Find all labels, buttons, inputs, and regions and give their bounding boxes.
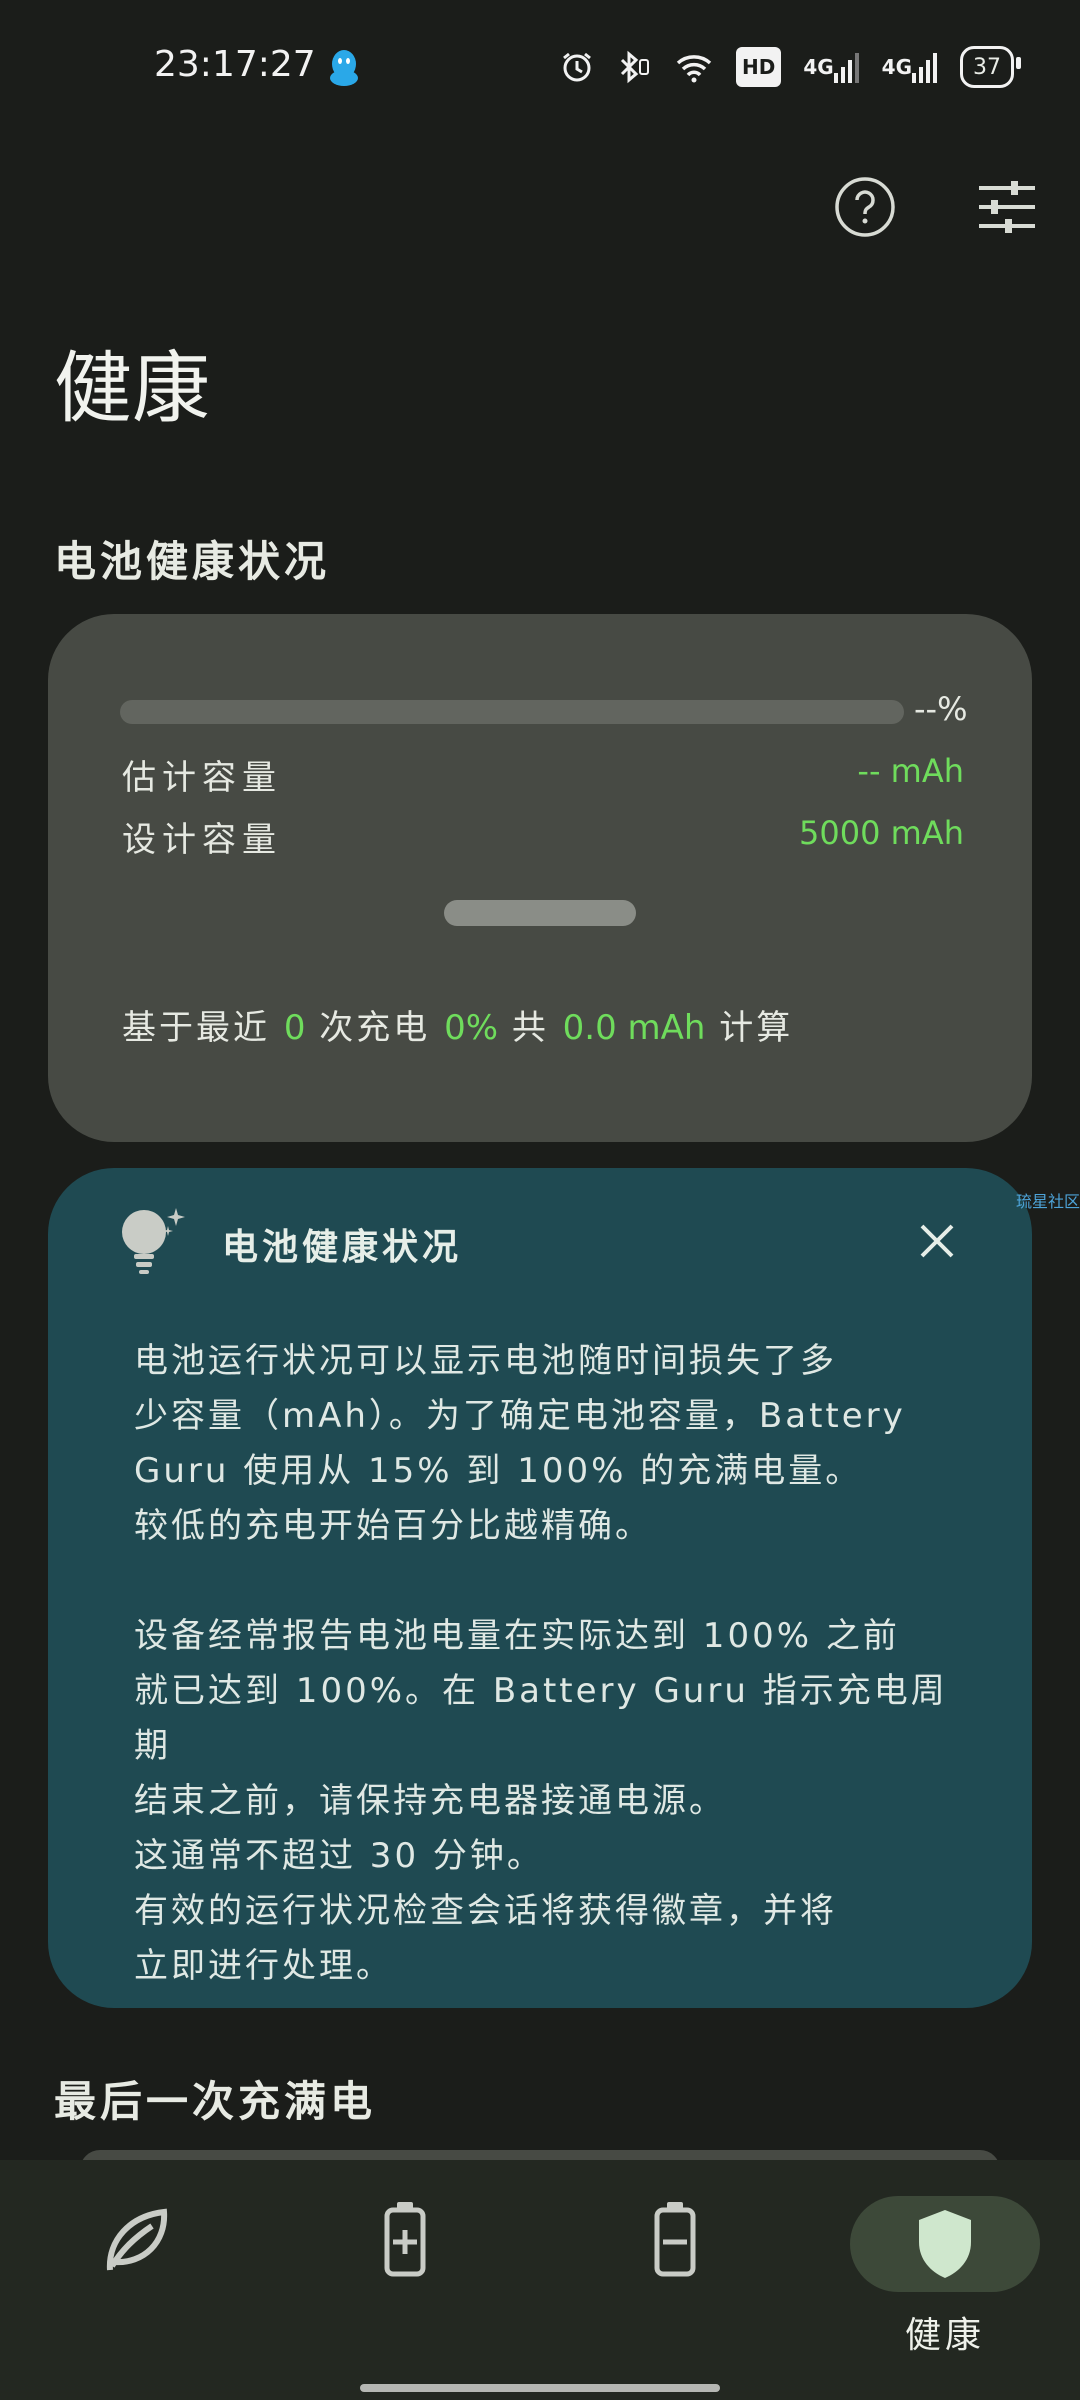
info-paragraph-2: 设备经常报告电池电量在实际达到 100% 之前 就已达到 100%。在 Batt… (134, 1616, 948, 1986)
status-time: 23:17:27 (154, 44, 316, 85)
page-title: 健康 (54, 344, 211, 434)
estimated-capacity-label: 估计容量 (122, 758, 282, 798)
shield-icon (919, 2210, 971, 2278)
settings-button[interactable] (972, 172, 1042, 242)
bluetooth-icon (616, 49, 652, 85)
health-info-card: 电池健康状况 电池运行状况可以显示电池随时间损失了多 少容量（mAh）。为了确定… (48, 1168, 1032, 2008)
charge-percent: 0% (444, 1008, 499, 1048)
nav-health[interactable]: 健康 (850, 2196, 1040, 2376)
battery-icon: 37 (960, 46, 1021, 88)
community-link[interactable]: 琉星社区 (1016, 1188, 1080, 1212)
nav-discharging[interactable] (585, 2200, 765, 2330)
nav-health-active-pill (850, 2196, 1040, 2292)
last-full-charge-heading: 最后一次充满电 (54, 2077, 377, 2126)
signal-icon-2: 4G (882, 49, 938, 85)
signal-icon-1: 4G (803, 49, 859, 85)
help-button[interactable] (830, 172, 900, 242)
close-icon (920, 1224, 954, 1258)
health-percent: --% (914, 690, 968, 728)
close-button[interactable] (910, 1214, 964, 1268)
nav-health-label: 健康 (904, 2315, 985, 2356)
expand-handle[interactable] (444, 900, 636, 926)
battery-minus-icon (654, 2202, 696, 2277)
calculation-basis: 基于最近 0 次充电 0% 共 0.0 mAh 计算 (122, 1008, 794, 1048)
help-icon (835, 177, 895, 237)
hd-voice-icon: HD (735, 47, 782, 87)
health-progress-bar (120, 700, 904, 724)
battery-health-card: --% 估计容量 -- mAh 设计容量 5000 mAh 基于最近 0 次充电… (48, 614, 1032, 1142)
qq-penguin-icon (326, 48, 362, 88)
battery-plus-icon (384, 2202, 426, 2277)
info-card-body: 电池运行状况可以显示电池随时间损失了多 少容量（mAh）。为了确定电池容量，Ba… (134, 1334, 984, 1994)
estimated-capacity-value: -- mAh (857, 752, 964, 790)
nav-eco[interactable] (46, 2200, 226, 2330)
design-capacity-value: 5000 mAh (799, 814, 964, 852)
gesture-bar (360, 2384, 720, 2392)
lightbulb-icon (120, 1206, 192, 1282)
info-card-title: 电池健康状况 (222, 1227, 463, 1268)
bottom-navigation: 健康 (0, 2160, 1080, 2400)
design-capacity-label: 设计容量 (122, 820, 282, 860)
charge-count: 0 (283, 1008, 306, 1048)
status-bar: 23:17:27 HD 4G 4G 37 (0, 0, 1080, 140)
wifi-icon (674, 49, 714, 85)
alarm-icon (560, 49, 594, 85)
info-paragraph-1: 电池运行状况可以显示电池随时间损失了多 少容量（mAh）。为了确定电池容量，Ba… (134, 1341, 906, 1546)
nav-charging[interactable] (315, 2200, 495, 2330)
health-section-heading: 电池健康状况 (54, 537, 331, 586)
status-icons: HD 4G 4G 37 (560, 46, 1021, 88)
charge-amount: 0.0 mAh (562, 1008, 706, 1048)
tune-sliders-icon (979, 181, 1035, 233)
leaf-icon (106, 2208, 168, 2271)
